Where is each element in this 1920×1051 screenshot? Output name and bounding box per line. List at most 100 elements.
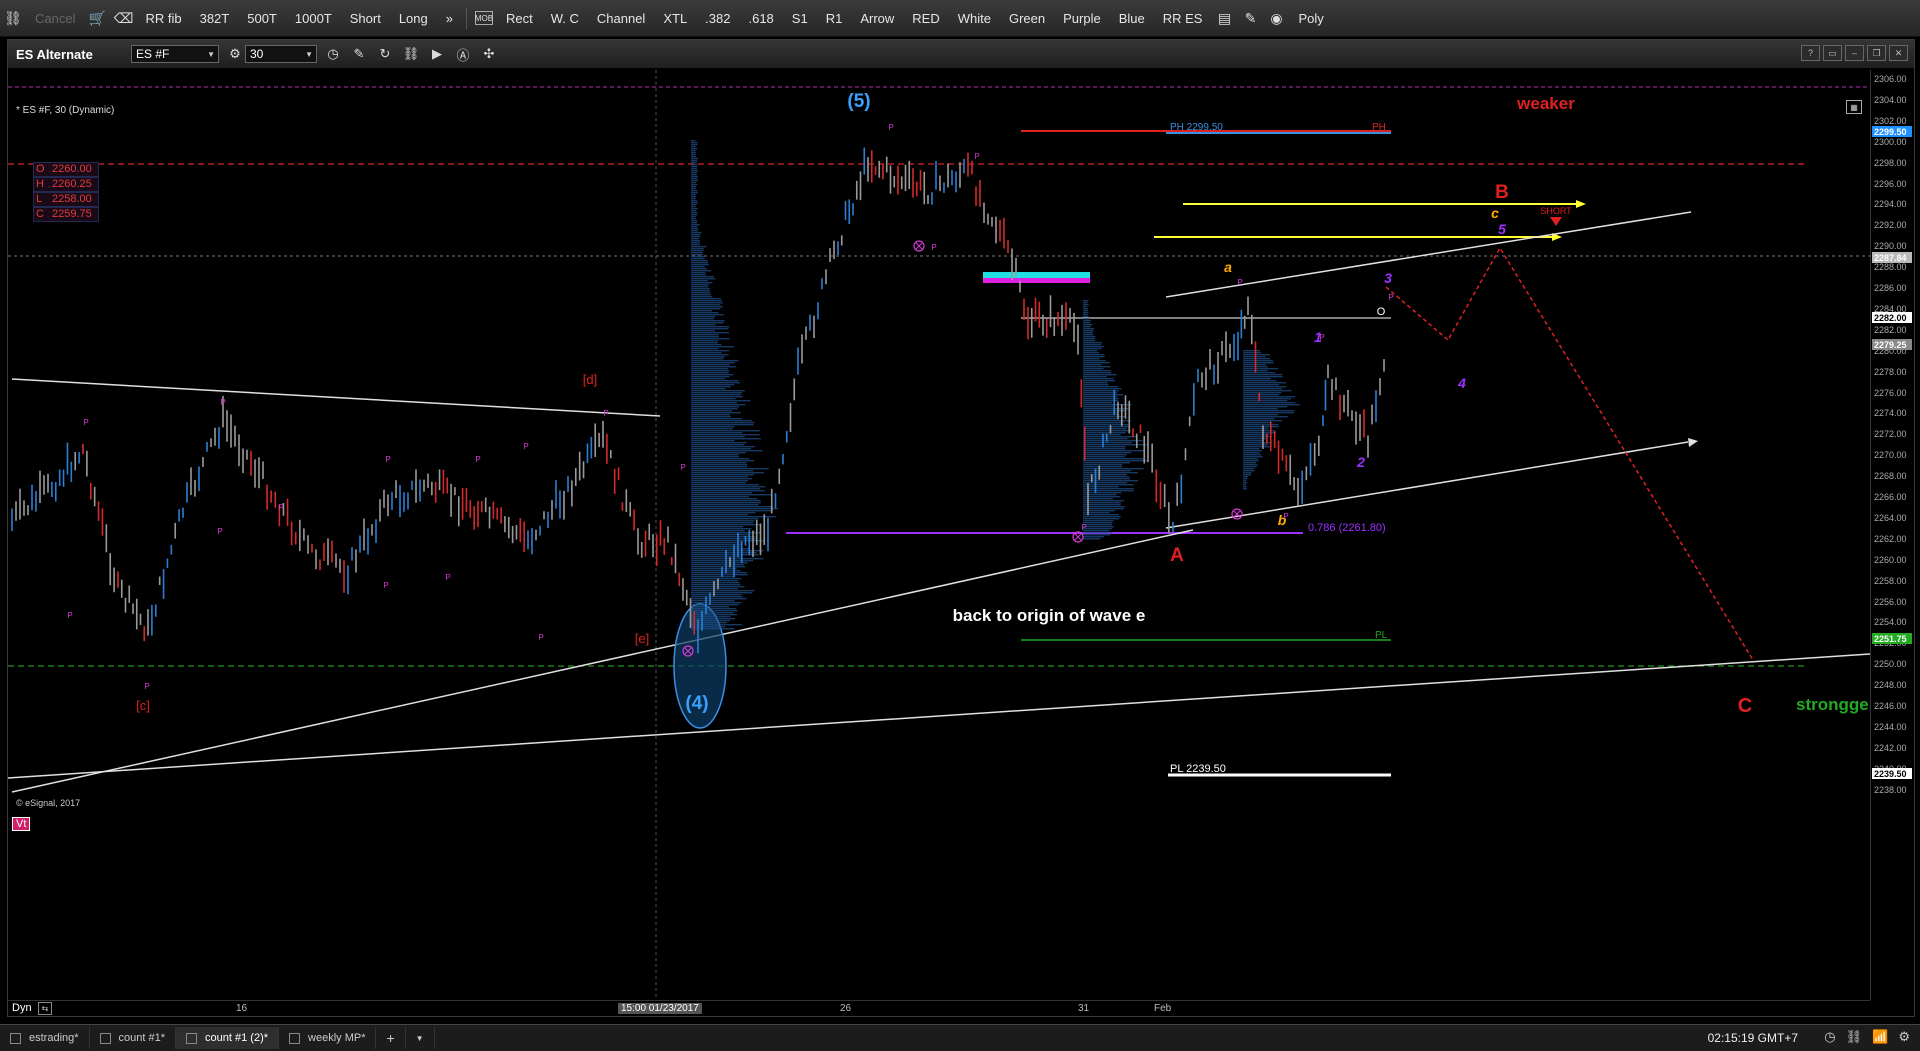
volume-bar [1083, 360, 1106, 362]
volume-bar [691, 346, 735, 348]
volume-bar [691, 220, 698, 222]
vt-badge[interactable]: Vt [12, 817, 31, 831]
price-tick-label: 2272.00 [1874, 429, 1907, 440]
hatch-icon[interactable]: ▤ [1215, 9, 1233, 27]
r1-button[interactable]: R1 [817, 11, 852, 26]
restore-icon[interactable]: ❐ [1867, 45, 1886, 61]
volume-bar [691, 516, 776, 518]
alert-icon[interactable]: Ⓐ [453, 44, 473, 64]
rr-fib-button[interactable]: RR fib [136, 11, 190, 26]
purple-button[interactable]: Purple [1054, 11, 1110, 26]
add-tab-button[interactable]: + [376, 1027, 406, 1049]
xtl-button[interactable]: XTL [654, 11, 696, 26]
rect-button[interactable]: Rect [497, 11, 542, 26]
clock-icon[interactable]: ◷ [323, 44, 343, 64]
arrow-button[interactable]: Arrow [851, 11, 903, 26]
volume-bar [1083, 384, 1109, 386]
ohlc-panel: O 2260.00 H 2260.25 L 2258.00 C 2259.75 [33, 162, 99, 222]
volume-bar [691, 396, 743, 398]
tab-checkbox[interactable] [99, 1032, 111, 1044]
symbol-combo[interactable]: ES #F ▼ [131, 45, 219, 63]
refresh-icon[interactable]: ↻ [375, 44, 395, 64]
volume-bar [691, 408, 738, 410]
red-button[interactable]: RED [903, 11, 948, 26]
minimize-icon[interactable]: – [1845, 45, 1864, 61]
volume-bar [691, 548, 750, 550]
cart-icon[interactable]: 🛒 [88, 9, 106, 27]
eraser-icon[interactable]: ⌫ [114, 9, 134, 27]
volume-bar [1083, 316, 1089, 318]
volume-bar [1083, 464, 1123, 466]
tab-label: count #1 (2)* [205, 1032, 269, 1044]
tab-weekly-mp[interactable]: weekly MP* [279, 1027, 377, 1049]
rr-es-button[interactable]: RR ES [1154, 11, 1212, 26]
connection-icon[interactable]: 📶 [1872, 1029, 1888, 1045]
volume-bar [691, 358, 724, 360]
volume-bar [691, 160, 698, 162]
tab-checkbox[interactable] [289, 1032, 301, 1044]
link-status-icon[interactable]: ⛓ [1846, 1029, 1863, 1045]
volume-bar [1083, 536, 1105, 538]
tab-count-1[interactable]: count #1* [90, 1027, 177, 1049]
interval-gear-icon[interactable]: ⚙ [225, 44, 245, 64]
stronger-label: strongger [1796, 695, 1870, 714]
white-button[interactable]: White [949, 11, 1000, 26]
volume-bar [691, 224, 700, 226]
interval-value: 30 [250, 47, 264, 61]
volume-bar [691, 380, 739, 382]
settings-icon[interactable]: ✣ [479, 44, 499, 64]
clock-icon[interactable]: ◷ [1824, 1029, 1835, 1045]
green-button[interactable]: Green [1000, 11, 1054, 26]
help-icon[interactable]: ? [1801, 45, 1820, 61]
symbol-interval-label: * ES #F, 30 (Dynamic) [16, 105, 115, 116]
poly-button[interactable]: Poly [1289, 11, 1332, 26]
settings-gear-icon[interactable]: ⚙ [1898, 1029, 1910, 1045]
1000t-button[interactable]: 1000T [286, 11, 341, 26]
volume-bar [1083, 342, 1102, 344]
mob-icon[interactable]: MOB [475, 11, 493, 25]
chart-layout-icon[interactable]: ▦ [1846, 100, 1862, 114]
tab-count-1-2[interactable]: count #1 (2)* [176, 1027, 280, 1049]
long-button[interactable]: Long [390, 11, 437, 26]
pencil-icon[interactable]: ✎ [349, 44, 369, 64]
link-icon[interactable]: ⛓ [4, 9, 22, 27]
volume-bar [1243, 454, 1262, 456]
link-chart-icon[interactable]: ⛓ [401, 44, 421, 64]
chart-canvas[interactable]: (5) (4) weaker B c 5 SHORT a 3 1 4 2 b A… [8, 70, 1870, 1000]
dyn-toggle-icon[interactable]: ⇆ [38, 1002, 52, 1015]
volume-bar [1083, 310, 1089, 312]
eye-icon[interactable]: ◉ [1267, 9, 1285, 27]
short-button[interactable]: Short [341, 11, 390, 26]
382t-button[interactable]: 382T [191, 11, 239, 26]
fib-618-button[interactable]: .618 [739, 11, 782, 26]
play-icon[interactable]: ▶ [427, 44, 447, 64]
volume-bar [691, 526, 744, 528]
tab-checkbox[interactable] [186, 1032, 198, 1044]
close-icon[interactable]: ✕ [1889, 45, 1908, 61]
wc-button[interactable]: W. C [542, 11, 588, 26]
volume-bar [1083, 374, 1117, 376]
volume-bar [1083, 332, 1093, 334]
tab-checkbox[interactable] [10, 1032, 21, 1044]
tab-menu-chevron-icon[interactable]: ▼ [406, 1027, 435, 1049]
more-chevron-button[interactable]: » [437, 11, 462, 26]
price-tick-label: 2304.00 [1874, 94, 1907, 105]
channel-button[interactable]: Channel [588, 11, 654, 26]
interval-combo[interactable]: 30 ▼ [245, 45, 317, 63]
price-axis[interactable]: 2306.00 2304.00 2302.00 2300.00 2298.00 2296.… [1870, 70, 1915, 1000]
volume-bar [691, 234, 701, 236]
500t-button[interactable]: 500T [238, 11, 286, 26]
price-chart[interactable]: (5) (4) weaker B c 5 SHORT a 3 1 4 2 b A… [8, 70, 1870, 1000]
time-axis[interactable]: Dyn ⇆ 16 15:00 01/23/2017 26 31 Feb [8, 1000, 1870, 1017]
volume-bar [691, 546, 741, 548]
tab-estrading[interactable]: estrading* [0, 1027, 90, 1049]
blue-button[interactable]: Blue [1110, 11, 1154, 26]
volume-bar [691, 324, 716, 326]
s1-button[interactable]: S1 [783, 11, 817, 26]
volume-bar [691, 432, 743, 434]
volume-bar [1243, 392, 1282, 394]
cancel-button[interactable]: Cancel [26, 11, 84, 26]
fib-382-button[interactable]: .382 [696, 11, 739, 26]
tile-icon[interactable]: ▭ [1823, 45, 1842, 61]
pencil-icon[interactable]: ✎ [1241, 9, 1259, 27]
